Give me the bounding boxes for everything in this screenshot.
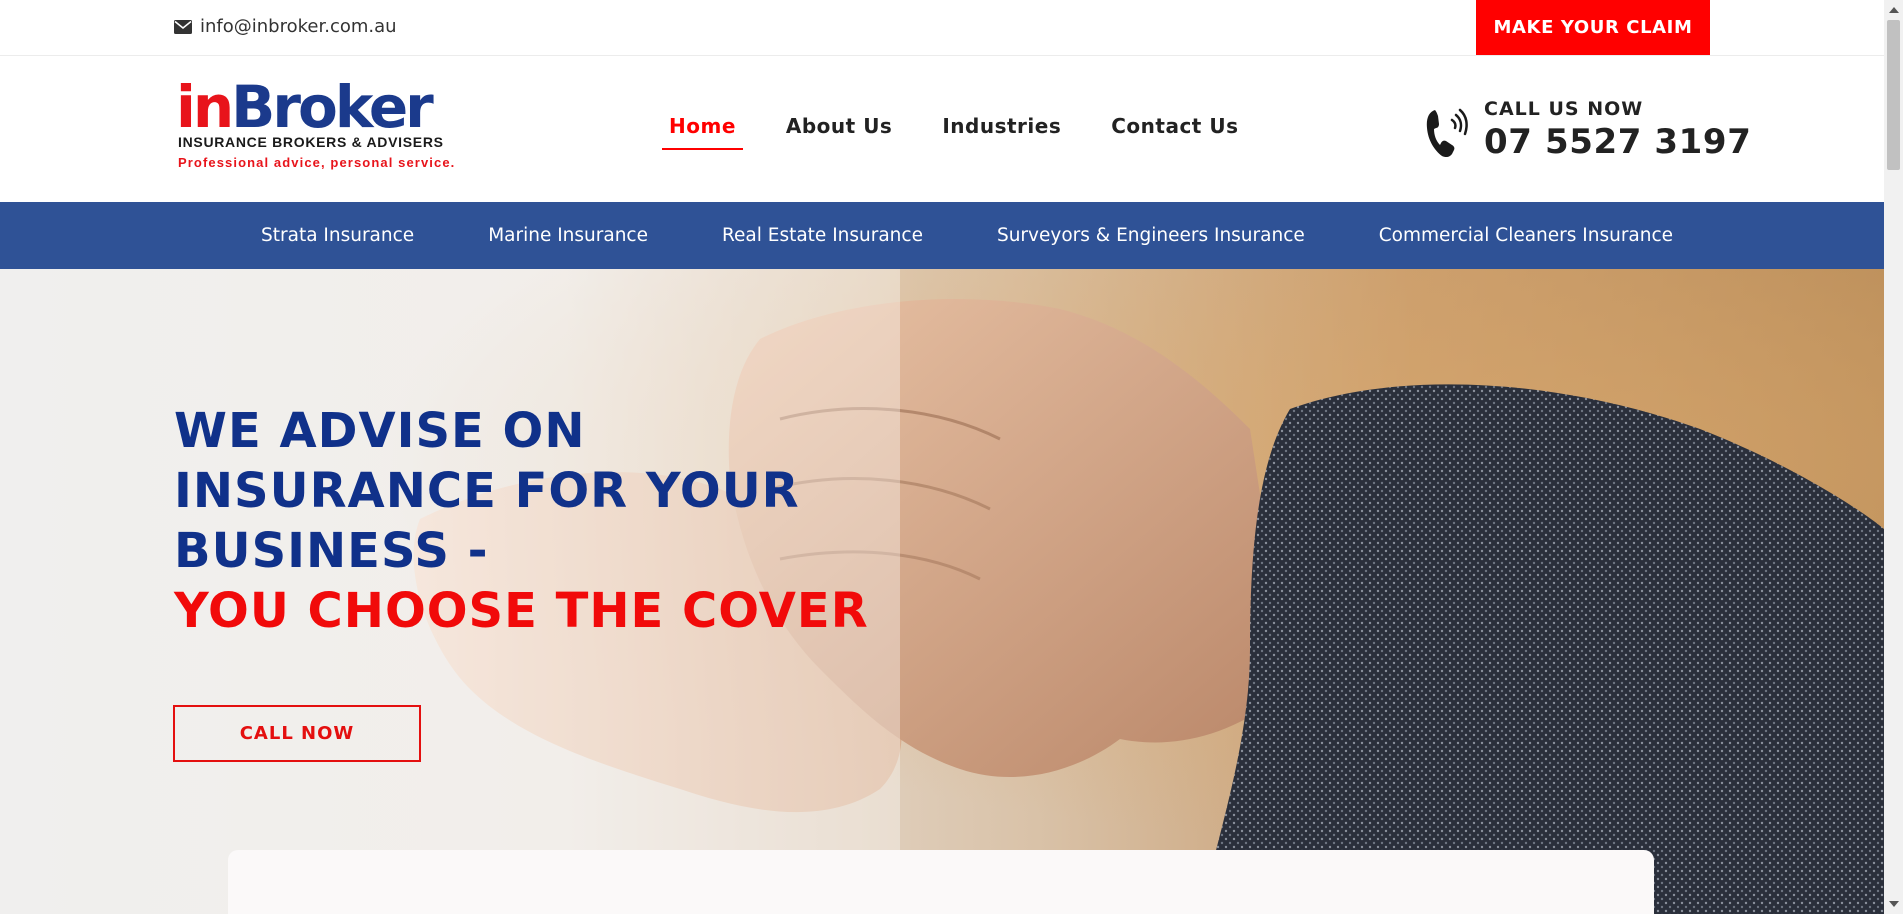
email-link[interactable]: info@inbroker.com.au <box>174 16 397 37</box>
call-now-button[interactable]: CALL NOW <box>173 705 421 762</box>
logo-wordmark: inBroker <box>176 73 434 141</box>
main-nav: Home About Us Industries Contact Us <box>662 114 1263 150</box>
nav-contact-us[interactable]: Contact Us <box>1086 114 1263 150</box>
category-surveyors-engineers-insurance[interactable]: Surveyors & Engineers Insurance <box>960 225 1342 246</box>
make-claim-button[interactable]: MAKE YOUR CLAIM <box>1476 0 1710 55</box>
top-bar: info@inbroker.com.au MAKE YOUR CLAIM <box>0 0 1884 56</box>
scroll-down-arrow-icon[interactable] <box>1889 901 1899 907</box>
phone-number[interactable]: 07 5527 3197 <box>1484 122 1751 162</box>
scroll-up-arrow-icon[interactable] <box>1889 7 1899 13</box>
hero-line-4: YOU CHOOSE THE COVER <box>174 583 869 639</box>
nav-industries[interactable]: Industries <box>917 114 1086 150</box>
nav-home[interactable]: Home <box>662 114 743 150</box>
logo-tagline: Professional advice, personal service. <box>178 155 456 170</box>
logo-part-broker: Broker <box>231 73 434 141</box>
page-scrollbar[interactable] <box>1884 0 1903 914</box>
logo[interactable]: inBroker INSURANCE BROKERS & ADVISERS Pr… <box>176 76 480 176</box>
category-strata-insurance[interactable]: Strata Insurance <box>224 225 451 246</box>
hero-banner: WE ADVISE ON INSURANCE FOR YOUR BUSINESS… <box>0 269 1884 914</box>
logo-part-in: in <box>176 73 234 141</box>
category-nav: Strata Insurance Marine Insurance Real E… <box>0 202 1884 269</box>
category-marine-insurance[interactable]: Marine Insurance <box>451 225 685 246</box>
email-text: info@inbroker.com.au <box>200 16 397 37</box>
category-real-estate-insurance[interactable]: Real Estate Insurance <box>685 225 960 246</box>
phone-icon <box>1426 108 1468 158</box>
scrollbar-thumb[interactable] <box>1887 20 1900 170</box>
category-commercial-cleaners-insurance[interactable]: Commercial Cleaners Insurance <box>1342 225 1710 246</box>
content-card <box>228 850 1654 914</box>
envelope-icon <box>174 19 192 34</box>
logo-subtitle: INSURANCE BROKERS & ADVISERS <box>178 134 444 150</box>
site-header: inBroker INSURANCE BROKERS & ADVISERS Pr… <box>0 56 1884 202</box>
call-us-label: CALL US NOW <box>1484 98 1644 120</box>
hero-line-2: INSURANCE FOR YOUR <box>174 463 800 519</box>
hero-line-3: BUSINESS - <box>174 523 489 579</box>
hero-line-1: WE ADVISE ON <box>174 403 586 459</box>
hero-headline: WE ADVISE ON INSURANCE FOR YOUR BUSINESS… <box>174 401 869 641</box>
nav-about-us[interactable]: About Us <box>761 114 917 150</box>
